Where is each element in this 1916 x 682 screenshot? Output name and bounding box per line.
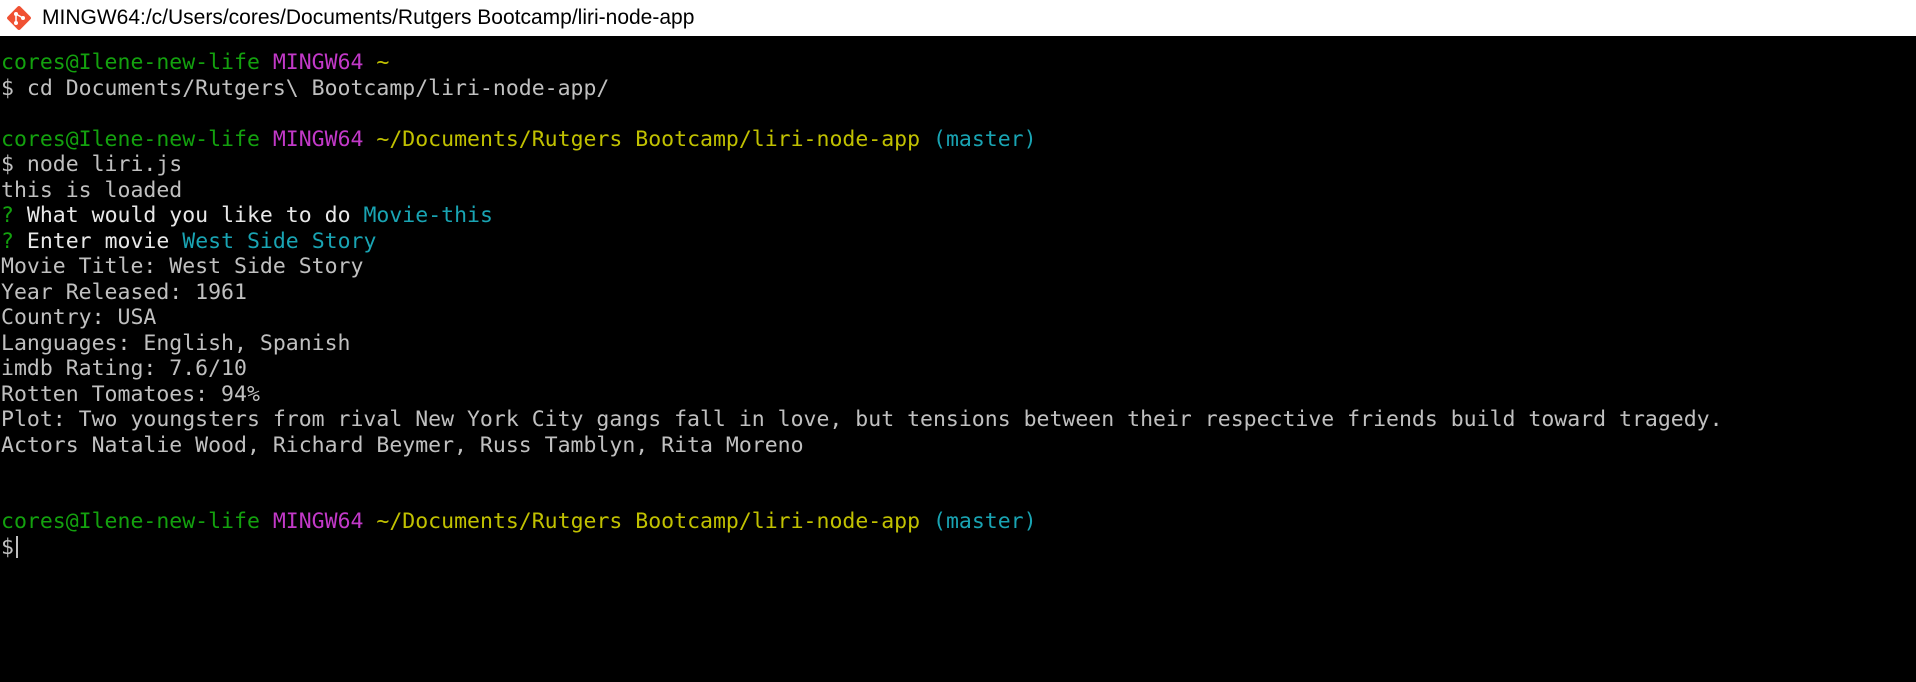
title-bar[interactable]: MINGW64:/c/Users/cores/Documents/Rutgers… <box>0 0 1916 36</box>
prompt-branch: (master) <box>933 509 1037 534</box>
input-prompt: $ <box>1 534 14 560</box>
question-mark: ? <box>1 228 14 254</box>
prompt-user: cores@Ilene-new-life <box>1 126 260 152</box>
input-line[interactable]: $ <box>1 535 1916 561</box>
output-line: imdb Rating: 7.6/10 <box>1 356 247 381</box>
output-line: Country: USA <box>1 305 157 330</box>
prompt-user: cores@Ilene-new-life <box>1 50 260 75</box>
output-line: Actors Natalie Wood, Richard Beymer, Rus… <box>1 432 804 458</box>
output-line: Rotten Tomatoes: 94% <box>1 381 260 407</box>
prompt-line: cores@Ilene-new-life MINGW64 ~ <box>1 50 1916 76</box>
terminal-window: MINGW64:/c/Users/cores/Documents/Rutgers… <box>0 0 1916 682</box>
terminal-output[interactable]: cores@Ilene-new-life MINGW64 ~ $ cd Docum… <box>0 36 1916 682</box>
question-text: Enter movie <box>26 228 170 254</box>
prompt-path: ~/Documents/Rutgers Bootcamp/liri-node-a… <box>376 126 921 152</box>
command-line: $ cd Documents/Rutgers\ Bootcamp/liri-no… <box>1 75 610 101</box>
question-answer: West Side Story <box>182 228 377 254</box>
output-line: Movie Title: West Side Story <box>1 254 364 279</box>
prompt-line: cores@Ilene-new-life MINGW64 ~/Documents… <box>1 127 1916 153</box>
question-answer: Movie-this <box>363 203 493 228</box>
prompt-user: cores@Ilene-new-life <box>1 509 260 534</box>
prompt-shell: MINGW64 <box>272 50 364 75</box>
prompt-shell: MINGW64 <box>272 126 364 152</box>
command-line: $ node liri.js <box>1 152 183 177</box>
prompt-path: ~ <box>376 50 390 75</box>
prompt-line: cores@Ilene-new-life MINGW64 ~/Documents… <box>1 509 1916 535</box>
git-bash-icon <box>7 6 31 30</box>
prompt-path: ~/Documents/Rutgers Bootcamp/liri-node-a… <box>376 509 921 534</box>
output-line: Languages: English, Spanish <box>1 330 351 356</box>
output-line: this is loaded <box>1 177 183 203</box>
question-line: ? Enter movie West Side Story <box>1 229 1916 255</box>
question-line: ? What would you like to do Movie-this <box>1 203 1916 229</box>
output-line: Plot: Two youngsters from rival New York… <box>1 407 1723 432</box>
window-title: MINGW64:/c/Users/cores/Documents/Rutgers… <box>42 6 695 29</box>
output-line: Year Released: 1961 <box>1 279 247 305</box>
text-cursor <box>15 535 18 558</box>
question-text: What would you like to do <box>26 203 351 228</box>
question-mark: ? <box>1 203 14 228</box>
prompt-shell: MINGW64 <box>272 509 364 534</box>
prompt-branch: (master) <box>933 126 1037 152</box>
